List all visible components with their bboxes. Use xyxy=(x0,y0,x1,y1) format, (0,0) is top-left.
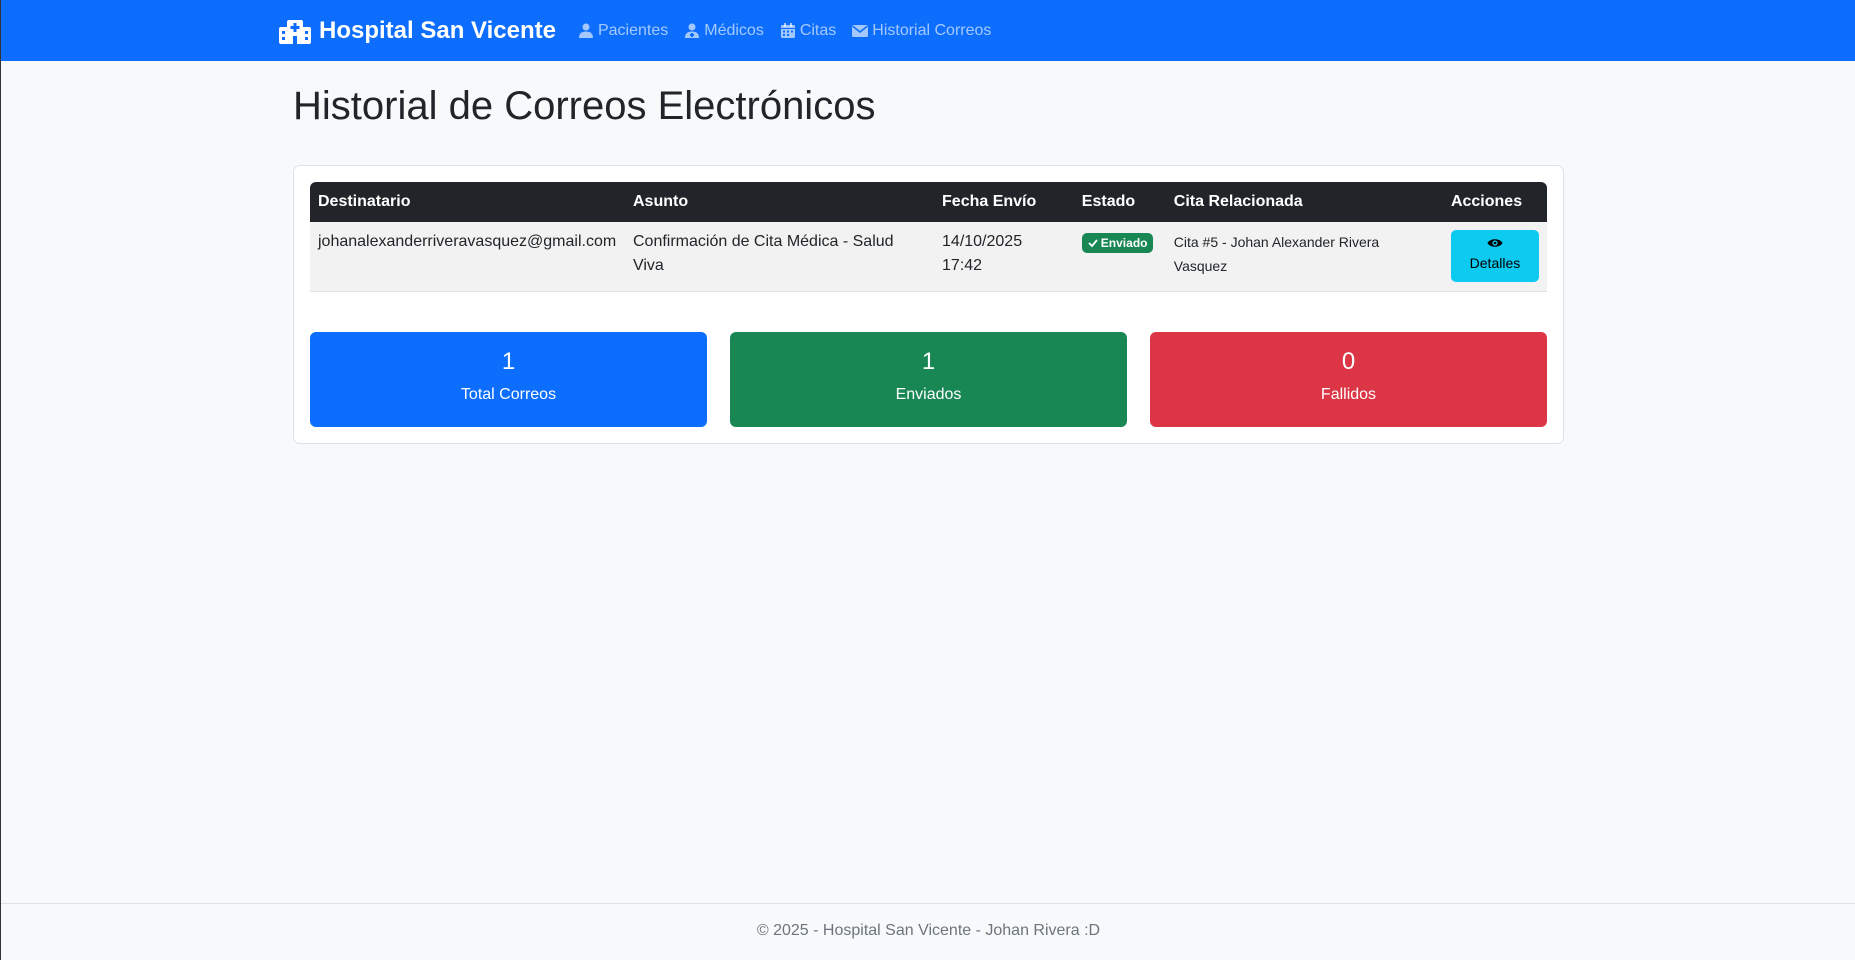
status-badge: Enviado xyxy=(1081,233,1154,253)
stat-total-label: Total Correos xyxy=(460,386,557,403)
table-header-row: Destinatario Asunto Fecha Envío Estado C… xyxy=(310,182,1547,222)
email-history-card: Destinatario Asunto Fecha Envío Estado C… xyxy=(293,165,1564,444)
nav-pacientes[interactable]: Pacientes xyxy=(578,22,668,40)
stat-enviados-value: 1 xyxy=(921,348,936,375)
stat-total-correos: 1 Total Correos xyxy=(310,332,707,427)
header-fecha-envio: Fecha Envío xyxy=(942,193,1037,210)
nav-medicos-label: Médicos xyxy=(704,21,764,39)
footer-text: © 2025 - Hospital San Vicente - Johan Ri… xyxy=(756,922,1101,939)
cell-appointment: Cita #5 - Johan Alexander Rivera Vasquez xyxy=(1173,234,1380,274)
cell-date: 14/10/2025 17:42 xyxy=(934,222,1074,291)
user-injured-icon xyxy=(578,23,593,38)
header-acciones: Acciones xyxy=(1450,193,1523,210)
nav-historial-correos-label: Historial Correos xyxy=(872,21,992,39)
header-asunto: Asunto xyxy=(632,193,689,210)
status-badge-label: Enviado xyxy=(1100,236,1148,250)
cell-date-day: 14/10/2025 xyxy=(942,233,1023,250)
cell-actions: Detalles xyxy=(1443,222,1547,291)
stat-total-value: 1 xyxy=(501,348,516,375)
hospital-icon xyxy=(279,19,311,44)
calendar-icon xyxy=(780,23,795,38)
brand-label: Hospital San Vicente xyxy=(319,16,556,44)
nav-medicos[interactable]: Médicos xyxy=(684,22,764,40)
email-history-table: Destinatario Asunto Fecha Envío Estado C… xyxy=(310,182,1547,292)
stat-fallidos-value: 0 xyxy=(1341,348,1356,375)
stat-fallidos: 0 Fallidos xyxy=(1150,332,1547,427)
user-doctor-icon xyxy=(685,23,700,38)
nav-citas-label: Citas xyxy=(799,21,837,39)
page-title: Historial de Correos Electrónicos xyxy=(293,84,876,128)
check-icon xyxy=(1088,239,1098,248)
nav-historial-correos[interactable]: Historial Correos xyxy=(852,22,991,40)
cell-subject: Confirmación de Cita Médica - Salud Viva xyxy=(632,233,894,274)
nav-pacientes-label: Pacientes xyxy=(597,21,669,39)
stats-row: 1 Total Correos 1 Enviados 0 Fallidos xyxy=(310,332,1547,427)
stat-fallidos-label: Fallidos xyxy=(1320,386,1377,403)
details-button[interactable]: Detalles xyxy=(1450,230,1539,282)
cell-date-time: 17:42 xyxy=(942,257,983,274)
table-row: johanalexanderriveravasquez@gmail.com Co… xyxy=(310,222,1547,291)
envelope-icon xyxy=(852,25,869,37)
eye-icon xyxy=(1487,239,1503,247)
header-cita-relacionada: Cita Relacionada xyxy=(1173,193,1303,210)
brand-link[interactable]: Hospital San Vicente xyxy=(279,17,556,45)
header-estado: Estado xyxy=(1081,193,1136,210)
navbar: Hospital San Vicente Pacientes Médicos C… xyxy=(1,0,1855,61)
stat-enviados-label: Enviados xyxy=(895,386,962,403)
cell-recipient: johanalexanderriveravasquez@gmail.com xyxy=(318,233,617,250)
footer: © 2025 - Hospital San Vicente - Johan Ri… xyxy=(1,903,1855,960)
stat-enviados: 1 Enviados xyxy=(730,332,1127,427)
cell-status: Enviado xyxy=(1074,222,1166,291)
header-destinatario: Destinatario xyxy=(318,193,411,210)
nav-citas[interactable]: Citas xyxy=(780,22,836,40)
details-button-label: Detalles xyxy=(1469,255,1521,271)
